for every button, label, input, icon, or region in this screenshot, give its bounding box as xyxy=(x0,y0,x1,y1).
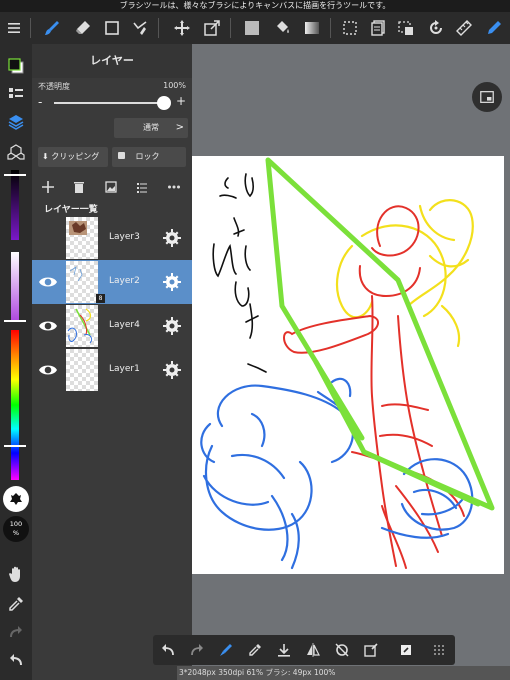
eye-icon[interactable] xyxy=(38,273,58,291)
flip-icon[interactable] xyxy=(303,640,323,660)
copy-icon[interactable] xyxy=(366,16,390,40)
select-rect-icon[interactable] xyxy=(338,16,362,40)
layer-panel: レイヤー 不透明度 100% - + 通常 > ⬇ クリッピング ロック レイヤ… xyxy=(32,44,192,680)
edit-layer-icon[interactable] xyxy=(361,640,381,660)
brush-stabilizer-icon[interactable] xyxy=(216,640,236,660)
brush-preview-icon[interactable] xyxy=(3,486,29,512)
fill-color-icon[interactable] xyxy=(240,16,264,40)
blend-mode-select[interactable]: 通常 > xyxy=(114,118,188,138)
image-layer-icon[interactable] xyxy=(102,178,120,196)
eyedropper-icon[interactable] xyxy=(4,592,28,616)
color-slider-strip[interactable] xyxy=(0,170,32,510)
drawing-paper[interactable] xyxy=(192,156,504,574)
transform-icon[interactable] xyxy=(200,16,224,40)
grid-dots-icon[interactable] xyxy=(429,640,449,660)
layer-properties-icon[interactable] xyxy=(133,178,151,196)
layer-row[interactable]: Layer4 xyxy=(32,304,192,348)
layer-list-icon[interactable] xyxy=(4,82,28,106)
canvas-area[interactable] xyxy=(192,44,510,680)
layer-row-selected[interactable]: 8 Layer2 xyxy=(32,260,192,304)
left-tool-column: 100 % xyxy=(0,44,32,680)
gear-icon[interactable] xyxy=(162,360,182,380)
layer-name: Layer2 xyxy=(109,276,140,286)
opacity-label: 不透明度 xyxy=(38,82,70,91)
opacity-increase-button[interactable]: + xyxy=(176,94,186,108)
gear-icon[interactable] xyxy=(162,316,182,336)
hand-icon[interactable] xyxy=(4,562,28,586)
pen-blue-icon[interactable] xyxy=(482,16,506,40)
rotate-reset-icon[interactable] xyxy=(332,640,352,660)
eye-icon[interactable] xyxy=(38,317,58,335)
layer-name: Layer1 xyxy=(109,364,140,374)
tooltip-bar: ブラシツールは、様々なブラシによりキャンバスに描画を行うツールです。 xyxy=(0,0,510,12)
eraser-icon[interactable] xyxy=(71,16,95,40)
top-toolbar xyxy=(0,12,510,44)
panel-title: レイヤー xyxy=(32,44,192,78)
layer-toolbar xyxy=(32,176,192,198)
layer-badge: 8 xyxy=(96,294,105,303)
select-brush-icon[interactable] xyxy=(128,16,152,40)
layer-thumbnail xyxy=(66,305,98,347)
lock-button[interactable]: ロック xyxy=(112,147,186,167)
clipping-button[interactable]: ⬇ クリッピング xyxy=(38,147,108,167)
gear-icon[interactable] xyxy=(162,228,182,248)
opacity-slider-track[interactable] xyxy=(54,102,164,104)
layer-thumbnail xyxy=(66,349,98,391)
reference-icon[interactable] xyxy=(396,640,416,660)
undo-icon[interactable] xyxy=(158,640,178,660)
status-bar: 3*2048px 350dpi 61% ブラシ: 49px 100% xyxy=(177,666,510,680)
menu-icon[interactable] xyxy=(2,16,26,40)
bottom-toolbar xyxy=(153,635,455,665)
eye-icon[interactable] xyxy=(38,361,58,379)
lock-icon xyxy=(118,152,125,159)
add-layer-icon[interactable] xyxy=(39,178,57,196)
gear-icon[interactable] xyxy=(162,272,182,292)
drawing-artwork xyxy=(200,157,495,570)
brush-opacity-badge[interactable]: 100 % xyxy=(3,516,29,542)
blend-mode-label: 通常 xyxy=(143,123,159,132)
app-root: ブラシツールは、様々なブラシによりキャンバスに描画を行うツールです。 100 %… xyxy=(0,0,510,680)
opacity-decrease-button[interactable]: - xyxy=(38,95,48,109)
layer-name: Layer3 xyxy=(109,232,140,242)
layer-name: Layer4 xyxy=(109,320,140,330)
clipping-label: クリッピング xyxy=(51,152,100,161)
opacity-slider-knob[interactable] xyxy=(157,96,171,110)
select-all-icon[interactable] xyxy=(394,16,418,40)
materials-icon[interactable] xyxy=(4,140,28,164)
undo-icon[interactable] xyxy=(4,648,28,672)
bucket-icon[interactable] xyxy=(270,16,294,40)
redo-icon[interactable] xyxy=(187,640,207,660)
layers-icon[interactable] xyxy=(4,110,28,134)
brush-icon[interactable] xyxy=(40,16,64,40)
color-swatch-icon[interactable] xyxy=(4,54,28,78)
trash-icon[interactable] xyxy=(70,178,88,196)
navigator-icon[interactable] xyxy=(472,82,502,112)
layer-row[interactable]: Layer3 xyxy=(32,216,192,260)
more-icon[interactable] xyxy=(165,178,183,196)
eyedropper-icon[interactable] xyxy=(245,640,265,660)
layer-thumbnail xyxy=(66,261,98,303)
redo-icon[interactable] xyxy=(4,620,28,644)
rectangle-icon[interactable] xyxy=(100,16,124,40)
opacity-value: 100% xyxy=(163,81,186,90)
layer-list-header: レイヤー一覧 xyxy=(44,205,98,215)
layer-row[interactable]: Layer1 xyxy=(32,348,192,392)
rotate-icon[interactable] xyxy=(424,16,448,40)
clipping-icon: ⬇ xyxy=(42,152,49,161)
chevron-right-icon: > xyxy=(175,122,184,133)
download-icon[interactable] xyxy=(274,640,294,660)
ruler-icon[interactable] xyxy=(452,16,476,40)
gradient-icon[interactable] xyxy=(300,16,324,40)
layer-thumbnail xyxy=(66,217,98,259)
move-icon[interactable] xyxy=(170,16,194,40)
lock-label: ロック xyxy=(135,152,160,161)
